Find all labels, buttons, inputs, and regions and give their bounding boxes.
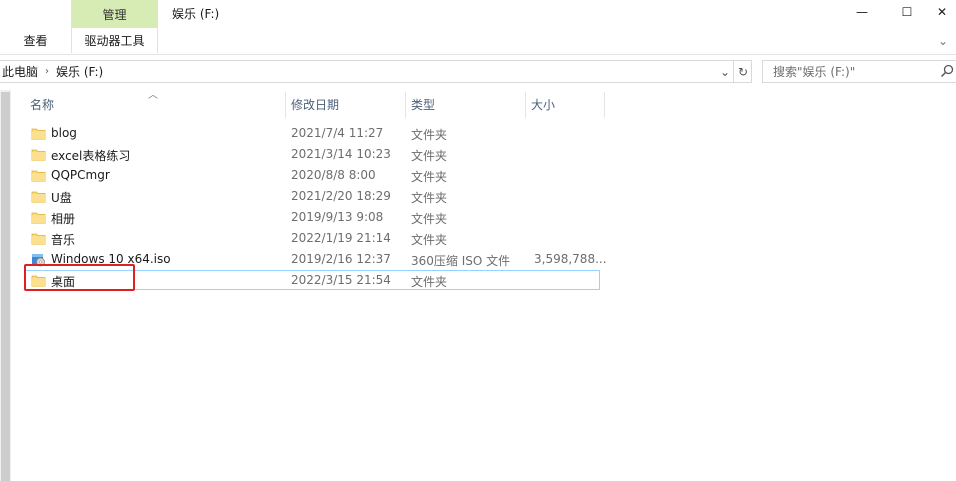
refresh-icon: ↻: [737, 64, 749, 79]
file-name: blog: [51, 126, 77, 140]
maximize-icon: ☐: [901, 5, 913, 19]
column-header-modified[interactable]: 修改日期: [291, 90, 339, 118]
file-modified: 2021/3/14 10:23: [291, 147, 391, 161]
search-input[interactable]: 搜索"娱乐 (F:)": [762, 60, 956, 83]
column-header-type[interactable]: 类型: [411, 90, 435, 118]
column-header-name[interactable]: 名称: [30, 90, 54, 118]
file-modified: 2020/8/8 8:00: [291, 168, 376, 182]
address-bar[interactable]: 此电脑 › 娱乐 (F:): [0, 60, 752, 83]
sort-ascending-icon: ︿: [148, 90, 158, 101]
file-row[interactable]: blog 2021/7/4 11:27 文件夹: [25, 123, 600, 143]
file-name: excel表格练习: [51, 149, 131, 163]
column-divider[interactable]: [285, 92, 286, 118]
window-title: 娱乐 (F:): [172, 7, 220, 21]
file-name: 音乐: [51, 233, 76, 247]
file-name: QQPCmgr: [51, 168, 110, 182]
search-icon[interactable]: [940, 64, 954, 78]
file-type: 文件夹: [411, 128, 448, 142]
breadcrumb-this-pc[interactable]: 此电脑: [2, 63, 38, 80]
file-modified: 2019/2/16 12:37: [291, 252, 391, 266]
file-row[interactable]: QQPCmgr 2020/8/8 8:00 文件夹: [25, 165, 600, 185]
breadcrumb-drive[interactable]: 娱乐 (F:): [56, 63, 103, 80]
file-modified: 2021/2/20 18:29: [291, 189, 391, 203]
breadcrumb-separator-icon[interactable]: ›: [45, 66, 49, 77]
file-type: 文件夹: [411, 275, 448, 289]
column-header-size[interactable]: 大小: [531, 90, 555, 118]
close-button[interactable]: ✕: [928, 0, 956, 24]
folder-icon: [31, 189, 46, 204]
tab-drive-tools[interactable]: 驱动器工具: [71, 28, 158, 53]
column-divider[interactable]: [405, 92, 406, 118]
minimize-icon: —: [856, 5, 868, 19]
file-name: 相册: [51, 212, 76, 226]
nav-pane-scrollbar-thumb[interactable]: [1, 92, 10, 481]
folder-icon: [31, 210, 46, 225]
column-divider[interactable]: [604, 92, 605, 118]
file-type: 文件夹: [411, 212, 448, 226]
highlight-annotation: [24, 264, 135, 291]
file-row[interactable]: excel表格练习 2021/3/14 10:23 文件夹: [25, 144, 600, 164]
column-divider[interactable]: [525, 92, 526, 118]
file-row[interactable]: U盘 2021/2/20 18:29 文件夹: [25, 186, 600, 206]
chevron-down-icon: ⌄: [719, 64, 731, 79]
folder-icon: [31, 168, 46, 183]
folder-icon: [31, 147, 46, 162]
file-size: 3,598,788...: [534, 252, 607, 266]
file-modified: 2022/1/19 21:14: [291, 231, 391, 245]
file-type: 文件夹: [411, 149, 448, 163]
file-modified: 2019/9/13 9:08: [291, 210, 384, 224]
chevron-down-icon: ⌄: [937, 34, 949, 48]
file-type: 文件夹: [411, 233, 448, 247]
address-history-dropdown[interactable]: ⌄: [716, 62, 734, 81]
file-type: 360压缩 ISO 文件: [411, 254, 511, 268]
tab-view[interactable]: 查看: [0, 28, 71, 53]
folder-icon: [31, 231, 46, 246]
file-type: 文件夹: [411, 170, 448, 184]
file-modified: 2022/3/15 21:54: [291, 273, 391, 287]
ribbon-contextual-group-manage[interactable]: 管理: [71, 0, 158, 28]
close-icon: ✕: [936, 5, 948, 19]
ribbon-expand-button[interactable]: ⌄: [934, 32, 952, 50]
file-name: U盘: [51, 191, 72, 205]
file-type: 文件夹: [411, 191, 448, 205]
maximize-button[interactable]: ☐: [884, 0, 930, 24]
minimize-button[interactable]: —: [839, 0, 885, 24]
file-row[interactable]: 音乐 2022/1/19 21:14 文件夹: [25, 228, 600, 248]
file-row[interactable]: 相册 2019/9/13 9:08 文件夹: [25, 207, 600, 227]
file-modified: 2021/7/4 11:27: [291, 126, 384, 140]
refresh-button[interactable]: ↻: [733, 61, 752, 82]
ribbon-divider: [0, 54, 956, 55]
folder-icon: [31, 126, 46, 141]
